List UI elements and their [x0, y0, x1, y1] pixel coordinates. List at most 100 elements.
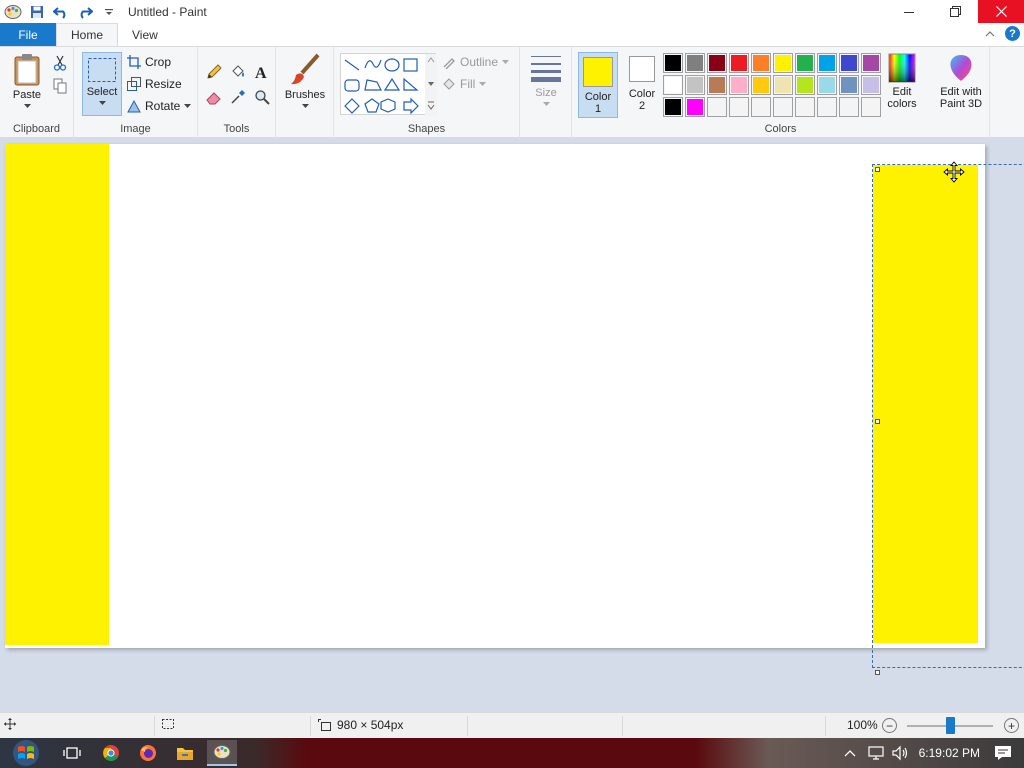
collapse-ribbon-icon[interactable] [985, 30, 995, 38]
drawing-canvas[interactable] [5, 144, 985, 648]
volume-icon[interactable] [891, 745, 909, 761]
close-button[interactable] [978, 0, 1024, 23]
customize-toolbar-icon[interactable] [98, 2, 120, 22]
taskbar-clock[interactable]: 6:19:02 PM [919, 746, 980, 760]
color1-button[interactable]: Color 1 [578, 52, 618, 118]
minimize-button[interactable] [886, 0, 932, 23]
palette-swatch[interactable] [663, 97, 683, 117]
zoom-out-button[interactable]: − [882, 718, 897, 733]
palette-swatch[interactable] [663, 53, 683, 73]
title-bar: Untitled - Paint [0, 0, 1024, 23]
magnifier-icon[interactable] [252, 87, 272, 107]
palette-swatch[interactable] [707, 97, 727, 117]
brushes-button[interactable]: Brushes [282, 53, 328, 109]
file-explorer-icon[interactable] [173, 742, 197, 764]
palette-swatch[interactable] [773, 97, 793, 117]
firefox-icon[interactable] [136, 742, 160, 764]
palette-swatch[interactable] [773, 75, 793, 95]
chevron-down-icon [184, 103, 192, 108]
selection-handle-left[interactable] [875, 419, 880, 424]
select-button[interactable]: Select [82, 52, 122, 116]
shapes-gallery[interactable] [340, 53, 437, 116]
chrome-icon[interactable] [99, 742, 123, 764]
palette-swatch[interactable] [861, 75, 881, 95]
palette-swatch[interactable] [729, 53, 749, 73]
shapes-group: Outline Fill Shapes [334, 47, 520, 138]
canvas-workspace[interactable] [0, 139, 1024, 712]
zoom-level: 100% [847, 718, 878, 732]
selection-handle-top-left[interactable] [875, 167, 880, 172]
palette-swatch[interactable] [707, 53, 727, 73]
rotate-icon [127, 99, 141, 113]
undo-icon[interactable] [50, 2, 72, 22]
save-icon[interactable] [26, 2, 48, 22]
color1-swatch [583, 57, 613, 87]
palette-swatch[interactable] [795, 97, 815, 117]
zoom-in-button[interactable]: + [1004, 718, 1019, 733]
palette-swatch[interactable] [795, 75, 815, 95]
paste-button[interactable]: Paste [6, 53, 48, 109]
zoom-slider-thumb[interactable] [946, 717, 955, 734]
palette-swatch[interactable] [817, 53, 837, 73]
paint-app-icon[interactable] [2, 2, 24, 22]
palette-swatch[interactable] [685, 75, 705, 95]
palette-swatch[interactable] [861, 97, 881, 117]
color2-label: Color [628, 88, 656, 100]
edit-with-paint3d-button[interactable]: Edit with Paint 3D [933, 53, 989, 110]
tab-home[interactable]: Home [56, 23, 119, 46]
size-button[interactable]: Size [526, 53, 566, 107]
fill-bucket-icon[interactable] [228, 62, 248, 82]
selection-handle-bottom-left[interactable] [875, 670, 880, 675]
palette-swatch[interactable] [751, 53, 771, 73]
crop-button[interactable]: Crop [127, 55, 171, 69]
palette-swatch[interactable] [773, 53, 793, 73]
restore-button[interactable] [932, 0, 978, 23]
tab-file[interactable]: File [0, 23, 56, 46]
palette-swatch[interactable] [663, 75, 683, 95]
action-center-icon[interactable] [994, 745, 1012, 761]
edit-colors-button[interactable]: Edit colors [880, 53, 924, 110]
fill-button[interactable]: Fill [442, 77, 487, 91]
palette-swatch[interactable] [817, 75, 837, 95]
palette-swatch[interactable] [685, 53, 705, 73]
palette-swatch[interactable] [729, 97, 749, 117]
selection-box[interactable] [872, 164, 1024, 668]
color2-button[interactable]: Color 2 [622, 52, 662, 118]
size-group: Size [520, 47, 572, 138]
color1-label: Color [584, 91, 612, 103]
palette-swatch[interactable] [839, 75, 859, 95]
shapes-group-label: Shapes [407, 123, 446, 135]
eraser-icon[interactable] [204, 87, 224, 107]
edit-colors-label-1: Edit [892, 86, 912, 98]
copy-icon[interactable] [50, 76, 70, 96]
pencil-icon[interactable] [204, 62, 224, 82]
help-button[interactable]: ? [1005, 26, 1020, 41]
palette-swatch[interactable] [751, 97, 771, 117]
palette-swatch[interactable] [839, 53, 859, 73]
show-hidden-icons-icon[interactable] [843, 748, 857, 758]
tab-view[interactable]: View [118, 23, 172, 46]
palette-swatch[interactable] [751, 75, 771, 95]
paint-taskbar-icon[interactable] [207, 740, 237, 766]
chevron-down-icon [301, 104, 309, 108]
start-button[interactable] [6, 738, 46, 768]
chevron-down-icon [98, 101, 106, 105]
palette-swatch[interactable] [685, 97, 705, 117]
canvas-size: 980 × 504px [318, 718, 403, 732]
palette-swatch[interactable] [729, 75, 749, 95]
resize-button[interactable]: Resize [127, 77, 182, 91]
redo-icon[interactable] [74, 2, 96, 22]
task-view-icon[interactable] [60, 742, 84, 764]
palette-swatch[interactable] [795, 53, 815, 73]
cut-icon[interactable] [50, 53, 70, 73]
palette-swatch[interactable] [817, 97, 837, 117]
palette-swatch[interactable] [707, 75, 727, 95]
palette-swatch[interactable] [861, 53, 881, 73]
network-icon[interactable] [867, 745, 885, 761]
palette-swatch[interactable] [839, 97, 859, 117]
text-icon[interactable]: A [252, 62, 272, 82]
shapes-gallery-icons [344, 54, 437, 116]
color-picker-icon[interactable] [228, 87, 248, 107]
outline-button[interactable]: Outline [442, 55, 510, 69]
rotate-button[interactable]: Rotate [127, 99, 192, 113]
